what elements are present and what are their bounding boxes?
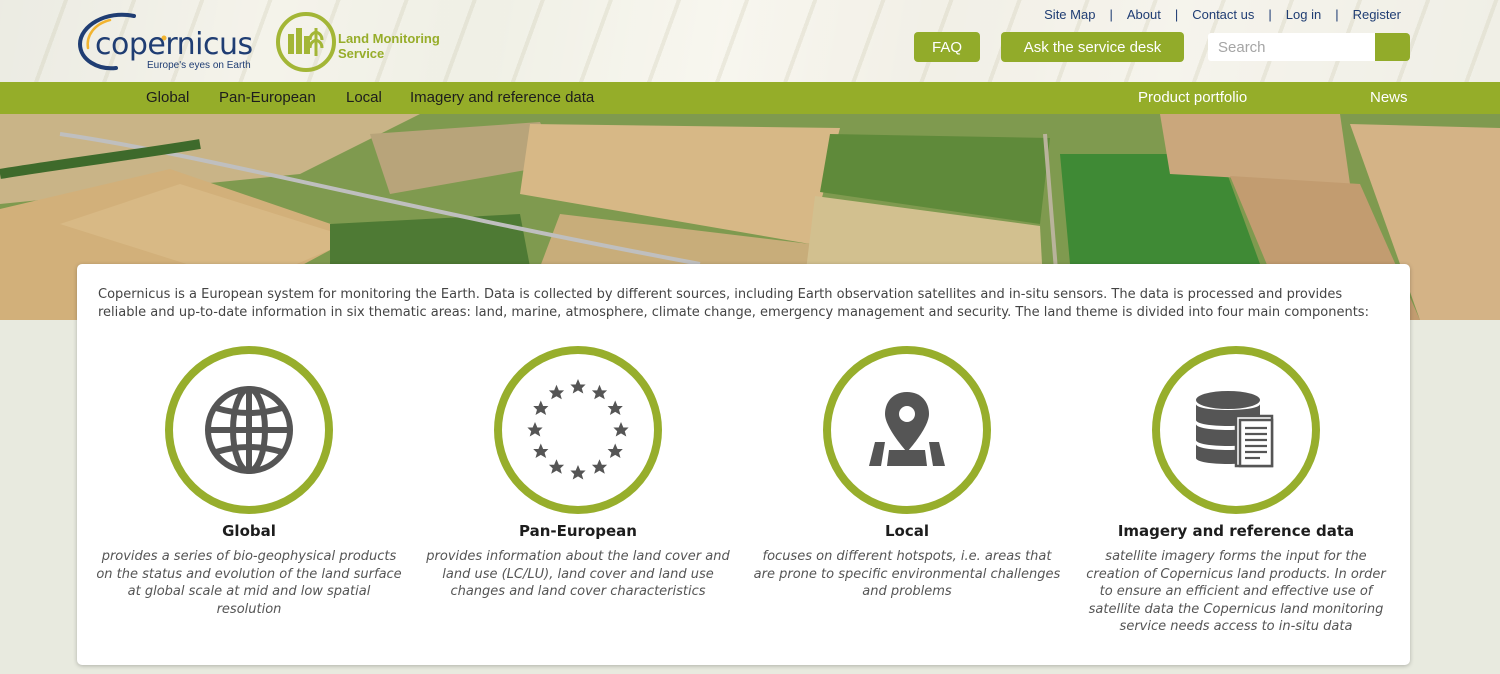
nav-product-portfolio[interactable]: Product portfolio: [1138, 89, 1247, 106]
nav-local[interactable]: Local: [346, 89, 382, 106]
top-links: Site Map | About | Contact us | Log in |…: [1044, 7, 1401, 22]
component-imagery[interactable]: Imagery and reference data satellite ima…: [1076, 346, 1396, 636]
search-button[interactable]: [1375, 33, 1410, 61]
component-global[interactable]: Global provides a series of bio-geophysi…: [89, 346, 409, 618]
link-separator: |: [1109, 7, 1113, 22]
eu-stars-icon-ring: [494, 346, 662, 514]
main-nav: Global Pan-European Local Imagery and re…: [0, 82, 1500, 114]
nav-pan-european[interactable]: Pan-European: [219, 89, 316, 106]
components-card: Copernicus is a European system for moni…: [77, 264, 1410, 665]
component-description: provides information about the land cove…: [426, 549, 730, 599]
service-desk-button[interactable]: Ask the service desk: [1001, 32, 1184, 62]
component-title: Imagery and reference data: [1117, 522, 1355, 540]
link-separator: |: [1174, 7, 1179, 22]
component-title: Local: [884, 522, 930, 540]
component-pan-european[interactable]: Pan-European provides information about …: [418, 346, 738, 601]
map-pin-icon-ring: [823, 346, 991, 514]
land-monitoring-logo-icon: [276, 12, 336, 72]
brand-name: copernicus: [95, 27, 253, 62]
component-description: provides a series of bio-geophysical pro…: [96, 549, 402, 617]
component-title: Pan-European: [519, 522, 637, 540]
brand-tagline: Europe's eyes on Earth: [147, 60, 251, 71]
eu-stars-icon: [527, 379, 629, 480]
nav-news[interactable]: News: [1370, 89, 1408, 106]
link-log-in[interactable]: Log in: [1286, 7, 1321, 22]
service-name-line1: Land Monitoring: [338, 31, 440, 46]
service-name-line2: Service: [338, 46, 385, 61]
map-pin-icon: [869, 392, 945, 466]
link-separator: |: [1268, 7, 1272, 22]
link-about[interactable]: About: [1127, 7, 1161, 22]
nav-global[interactable]: Global: [146, 89, 189, 106]
search-input[interactable]: [1208, 33, 1376, 61]
faq-label: FAQ: [931, 38, 962, 56]
component-description: focuses on different hotspots, i.e. area…: [753, 549, 1061, 599]
service-name: Land Monitoring Service: [338, 31, 458, 61]
nav-imagery[interactable]: Imagery and reference data: [410, 89, 594, 106]
service-desk-label: Ask the service desk: [1023, 38, 1162, 56]
link-site-map[interactable]: Site Map: [1044, 7, 1095, 22]
component-title: Global: [222, 522, 276, 540]
link-separator: |: [1335, 7, 1339, 22]
link-contact-us[interactable]: Contact us: [1192, 7, 1254, 22]
link-register[interactable]: Register: [1353, 7, 1401, 22]
component-description: satellite imagery forms the input for th…: [1086, 549, 1386, 634]
intro-text: Copernicus is a European system for moni…: [98, 287, 1369, 320]
globe-icon: [205, 386, 293, 474]
faq-button[interactable]: FAQ: [914, 32, 980, 62]
component-local[interactable]: Local focuses on different hotspots, i.e…: [747, 346, 1067, 601]
database-document-icon: [1196, 391, 1274, 468]
database-document-icon-ring: [1152, 346, 1320, 514]
globe-icon-ring: [165, 346, 333, 514]
